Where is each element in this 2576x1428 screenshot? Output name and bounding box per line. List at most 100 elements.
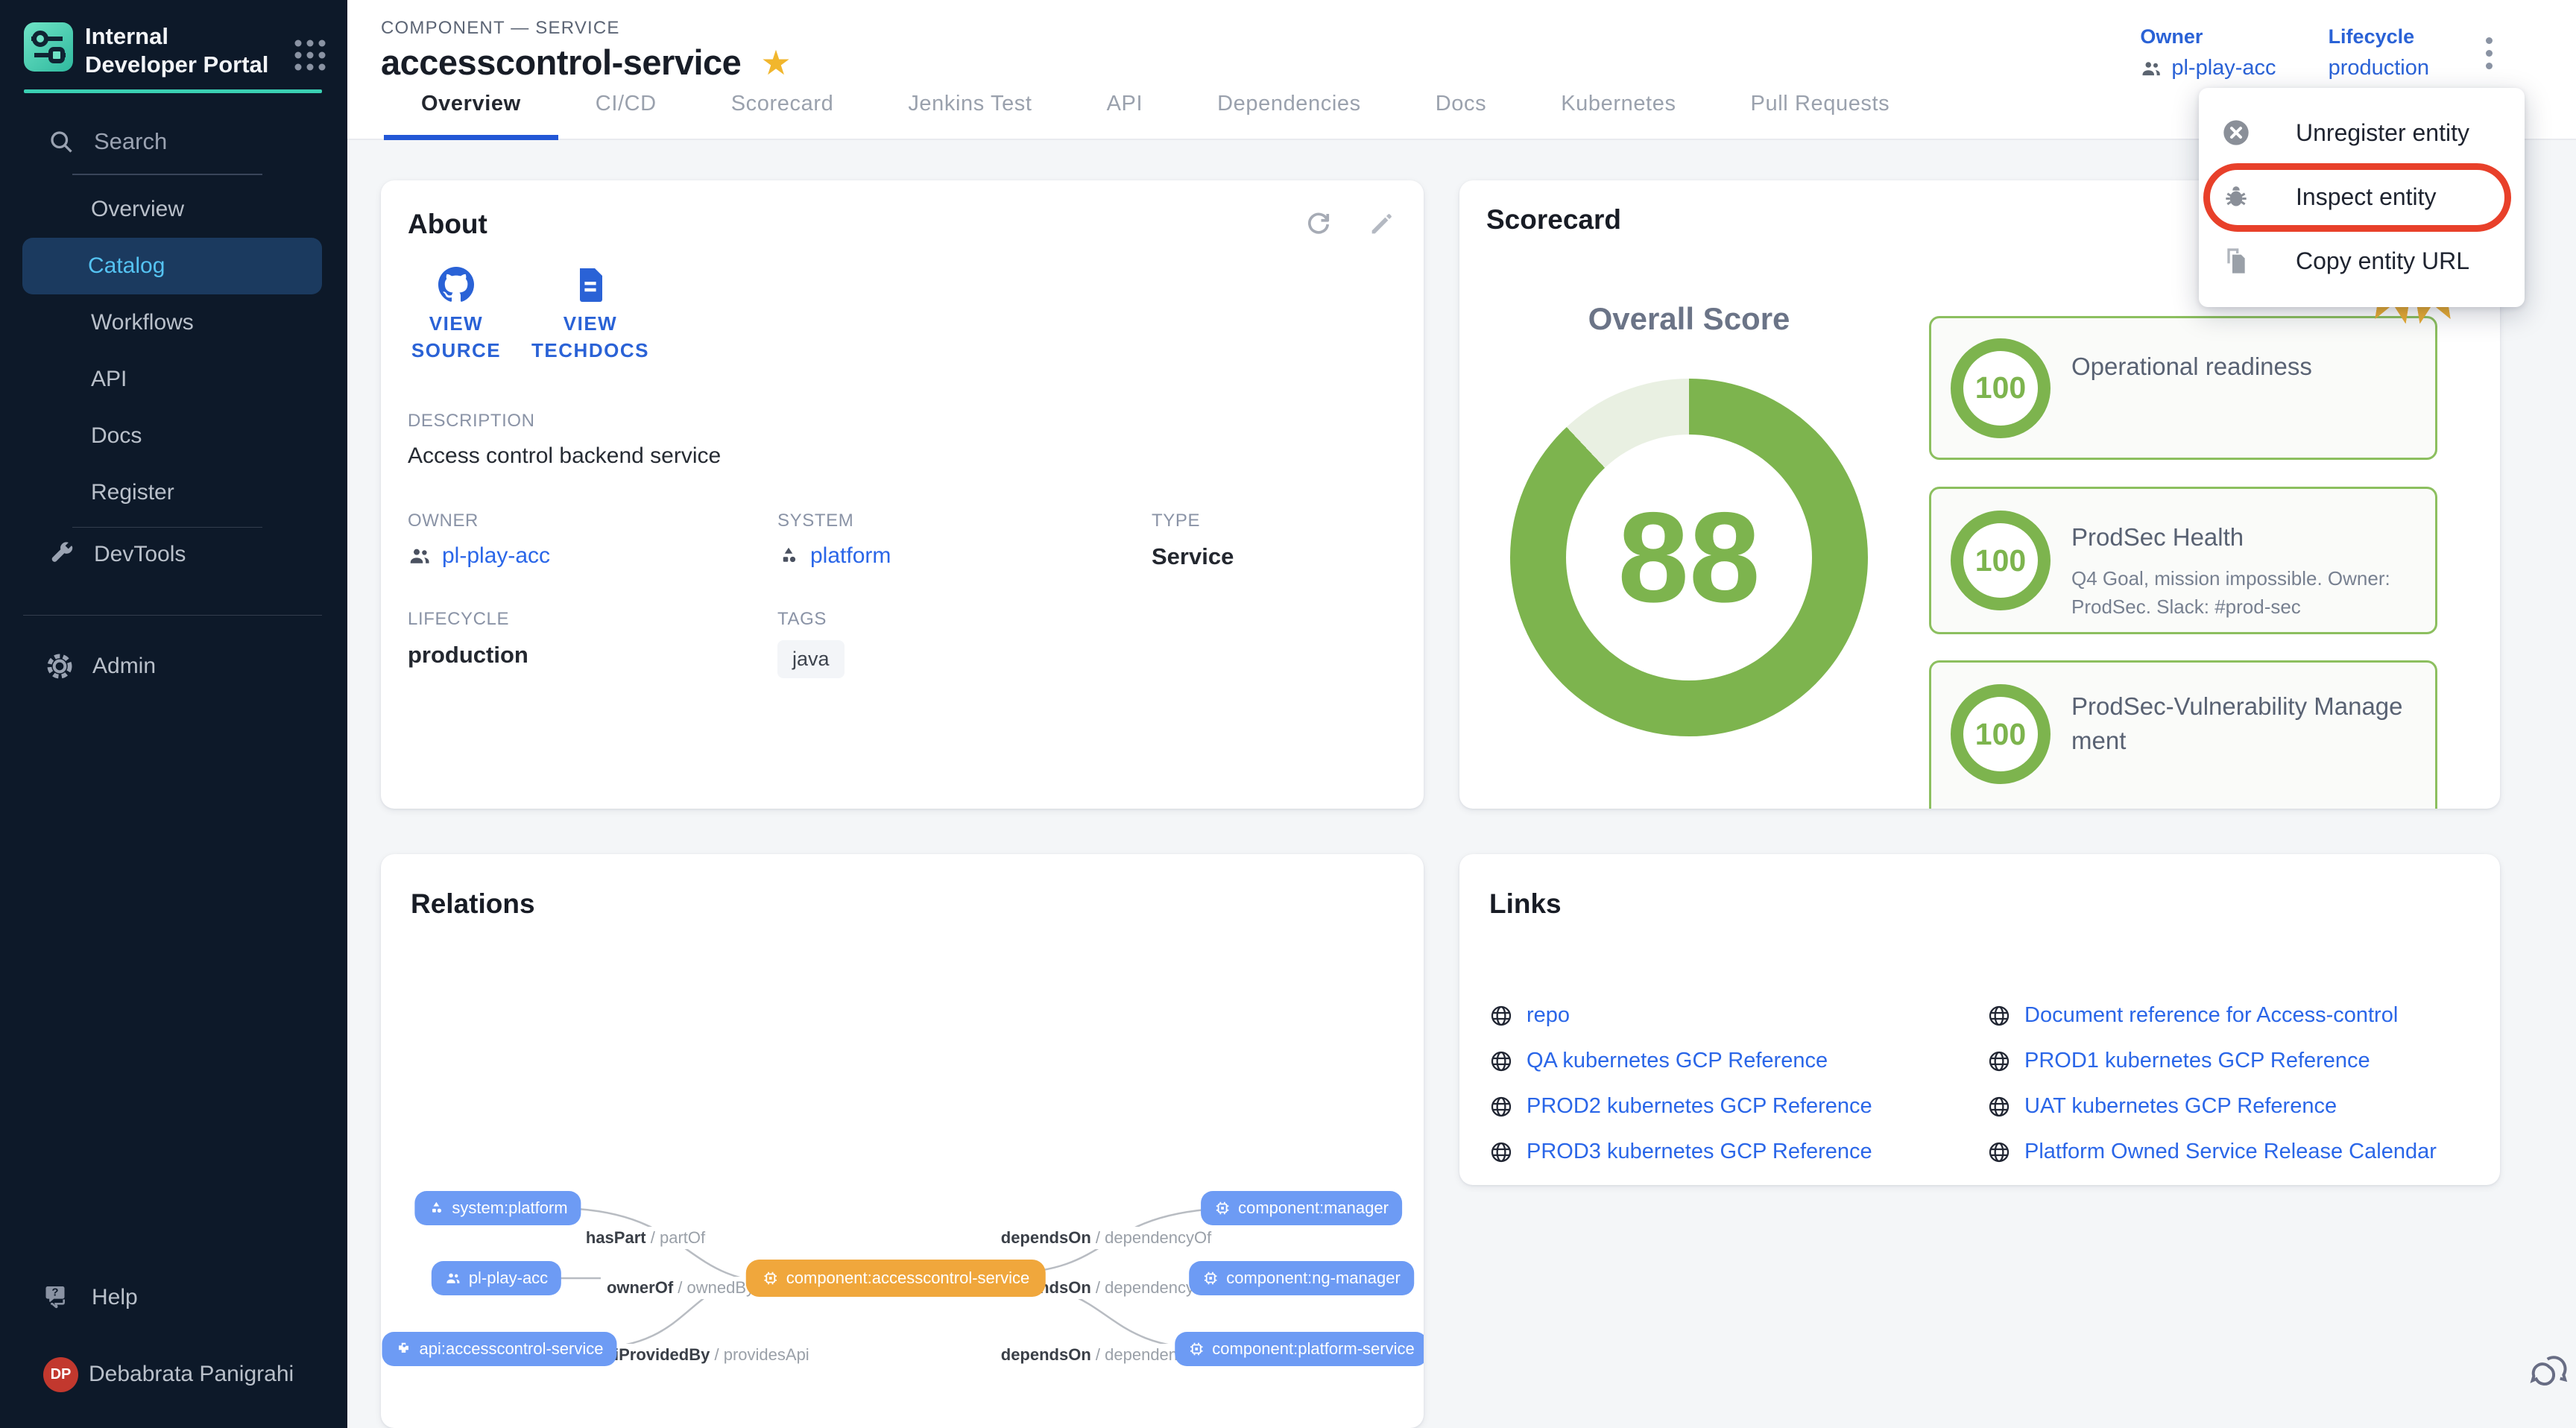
- link-qa-kubernetes[interactable]: QA kubernetes GCP Reference: [1489, 1049, 1987, 1073]
- owner-value-link[interactable]: pl-play-acc: [2171, 56, 2276, 80]
- link-release-calendar[interactable]: Platform Owned Service Release Calendar: [1987, 1140, 2478, 1164]
- owner-block: Owner pl-play-acc: [2140, 25, 2276, 80]
- sidebar-user[interactable]: DP Debabrata Panigrahi: [43, 1356, 294, 1392]
- field-tags: TAGS java: [777, 609, 1152, 678]
- about-card: About: [381, 180, 1424, 809]
- globe-icon: [1489, 1140, 1513, 1164]
- lifecycle-value: production: [408, 642, 777, 669]
- sidebar-item-label: Overview: [91, 197, 184, 222]
- field-lifecycle: LIFECYCLE production: [408, 609, 777, 678]
- kebab-menu-button[interactable]: [2481, 33, 2497, 74]
- node-pl-play-acc[interactable]: pl-play-acc: [432, 1261, 561, 1295]
- overview-content: About: [347, 140, 2576, 1428]
- sidebar-header: Internal Developer Portal: [24, 22, 329, 79]
- sidebar-item-docs[interactable]: Docs: [0, 408, 347, 464]
- feedback-chat-button[interactable]: [2528, 1353, 2572, 1401]
- tab-api[interactable]: API: [1070, 69, 1181, 139]
- tab-jenkins-test[interactable]: Jenkins Test: [871, 69, 1069, 139]
- entity-context-menu: Unregister entity Inspect entity Copy en…: [2199, 88, 2525, 307]
- system-icon: [428, 1200, 444, 1216]
- scorecard-check-operational-readiness[interactable]: 100 Operational readiness: [1929, 316, 2437, 460]
- search-icon: [48, 128, 75, 155]
- scorecard-title: Scorecard: [1486, 204, 1621, 236]
- gear-icon: [45, 651, 75, 681]
- menu-item-inspect-entity[interactable]: Inspect entity: [2199, 165, 2525, 229]
- edit-pencil-icon[interactable]: [1367, 209, 1397, 240]
- sidebar-search[interactable]: Search: [48, 128, 167, 155]
- tab-dependencies[interactable]: Dependencies: [1180, 69, 1398, 139]
- field-system: SYSTEM platform: [777, 511, 1152, 570]
- sidebar-item-label: Catalog: [88, 253, 165, 279]
- sidebar-item-label: API: [91, 367, 127, 392]
- tab-pull-requests[interactable]: Pull Requests: [1714, 69, 1928, 139]
- app-logo[interactable]: [24, 22, 73, 72]
- about-title: About: [408, 209, 487, 240]
- sidebar-item-label: Register: [91, 480, 174, 505]
- globe-icon: [1987, 1049, 2011, 1073]
- node-api-accesscontrol-service[interactable]: api:accesscontrol-service: [382, 1332, 617, 1366]
- node-component-platform-service[interactable]: component:platform-service: [1175, 1332, 1424, 1366]
- menu-item-copy-entity-url[interactable]: Copy entity URL: [2199, 229, 2525, 293]
- sidebar-item-devtools[interactable]: DevTools: [48, 534, 186, 575]
- apps-grid-icon[interactable]: [291, 36, 329, 78]
- api-puzzle-icon: [396, 1341, 412, 1357]
- sidebar-item-admin[interactable]: Admin: [45, 645, 156, 687]
- techdocs-icon: [574, 267, 607, 303]
- component-chip-icon: [763, 1270, 779, 1286]
- tab-docs[interactable]: Docs: [1398, 69, 1524, 139]
- description-value: Access control backend service: [408, 443, 1397, 469]
- app-title: Internal Developer Portal: [85, 22, 271, 79]
- node-system-platform[interactable]: system:platform: [414, 1191, 581, 1225]
- sidebar-item-overview[interactable]: Overview: [0, 181, 347, 238]
- type-value: Service: [1152, 543, 1397, 570]
- sidebar-item-register[interactable]: Register: [0, 464, 347, 521]
- owner-link[interactable]: pl-play-acc: [442, 543, 550, 569]
- edge-label-ownerof: ownerOf / ownedBy: [601, 1277, 760, 1299]
- github-icon: [438, 267, 474, 303]
- cancel-circle-icon: [2221, 118, 2251, 148]
- sidebar-item-api[interactable]: API: [0, 351, 347, 408]
- system-link[interactable]: platform: [810, 543, 891, 569]
- view-techdocs-link[interactable]: VIEW TECHDOCS: [542, 267, 639, 364]
- link-prod1-kubernetes[interactable]: PROD1 kubernetes GCP Reference: [1987, 1049, 2478, 1073]
- link-prod3-kubernetes[interactable]: PROD3 kubernetes GCP Reference: [1489, 1140, 1987, 1164]
- links-title: Links: [1489, 888, 2478, 920]
- tab-kubernetes[interactable]: Kubernetes: [1524, 69, 1713, 139]
- tab-overview[interactable]: Overview: [384, 69, 558, 139]
- relations-card: Relations hasPart / partOf: [381, 854, 1424, 1428]
- lifecycle-label: Lifecycle: [2329, 25, 2429, 48]
- node-component-manager[interactable]: component:manager: [1201, 1191, 1402, 1225]
- sidebar-divider: [72, 527, 262, 528]
- link-repo[interactable]: repo: [1489, 1003, 1987, 1028]
- tab-cicd[interactable]: CI/CD: [558, 69, 694, 139]
- link-uat-kubernetes[interactable]: UAT kubernetes GCP Reference: [1987, 1094, 2478, 1119]
- sidebar-item-catalog[interactable]: Catalog: [22, 238, 322, 294]
- globe-icon: [1987, 1140, 2011, 1164]
- score-ring: 100: [1951, 511, 2051, 610]
- menu-item-unregister-entity[interactable]: Unregister entity: [2199, 101, 2525, 165]
- scorecard-check-prodsec-health[interactable]: 100 ProdSec Health Q4 Goal, mission impo…: [1929, 487, 2437, 634]
- check-description: Q4 Goal, mission impossible. Owner: Prod…: [2071, 565, 2416, 621]
- view-source-link[interactable]: VIEW SOURCE: [408, 267, 505, 364]
- tab-scorecard[interactable]: Scorecard: [694, 69, 871, 139]
- avatar: DP: [43, 1357, 78, 1392]
- sidebar-item-label: DevTools: [94, 542, 186, 567]
- relations-graph[interactable]: hasPart / partOf ownerOf / ownedBy apiPr…: [381, 854, 1424, 1428]
- logo-glyph: [24, 22, 73, 72]
- edge-label-dependson-1: dependsOn / dependencyOf: [995, 1227, 1218, 1249]
- node-component-accesscontrol-service[interactable]: component:accesscontrol-service: [746, 1260, 1046, 1297]
- link-document-reference[interactable]: Document reference for Access-control: [1987, 1003, 2478, 1028]
- description-label: DESCRIPTION: [408, 411, 1397, 432]
- tag-chip[interactable]: java: [777, 640, 845, 678]
- app-root: Internal Developer Portal Search Overvie…: [0, 0, 2576, 1428]
- node-component-ng-manager[interactable]: component:ng-manager: [1189, 1261, 1414, 1295]
- bug-icon: [2221, 182, 2251, 212]
- refresh-icon[interactable]: [1303, 209, 1334, 240]
- check-title: ProdSec Health: [2071, 520, 2416, 555]
- sidebar-item-workflows[interactable]: Workflows: [0, 294, 347, 351]
- scorecard-check-prodsec-vulnerability[interactable]: 100 ProdSec-Vulnerability Management: [1929, 660, 2437, 809]
- sidebar-item-help[interactable]: ? Help: [44, 1277, 138, 1318]
- link-prod2-kubernetes[interactable]: PROD2 kubernetes GCP Reference: [1489, 1094, 1987, 1119]
- entity-header: COMPONENT — SERVICE accesscontrol-servic…: [347, 0, 2576, 69]
- sidebar-item-label: Workflows: [91, 310, 194, 335]
